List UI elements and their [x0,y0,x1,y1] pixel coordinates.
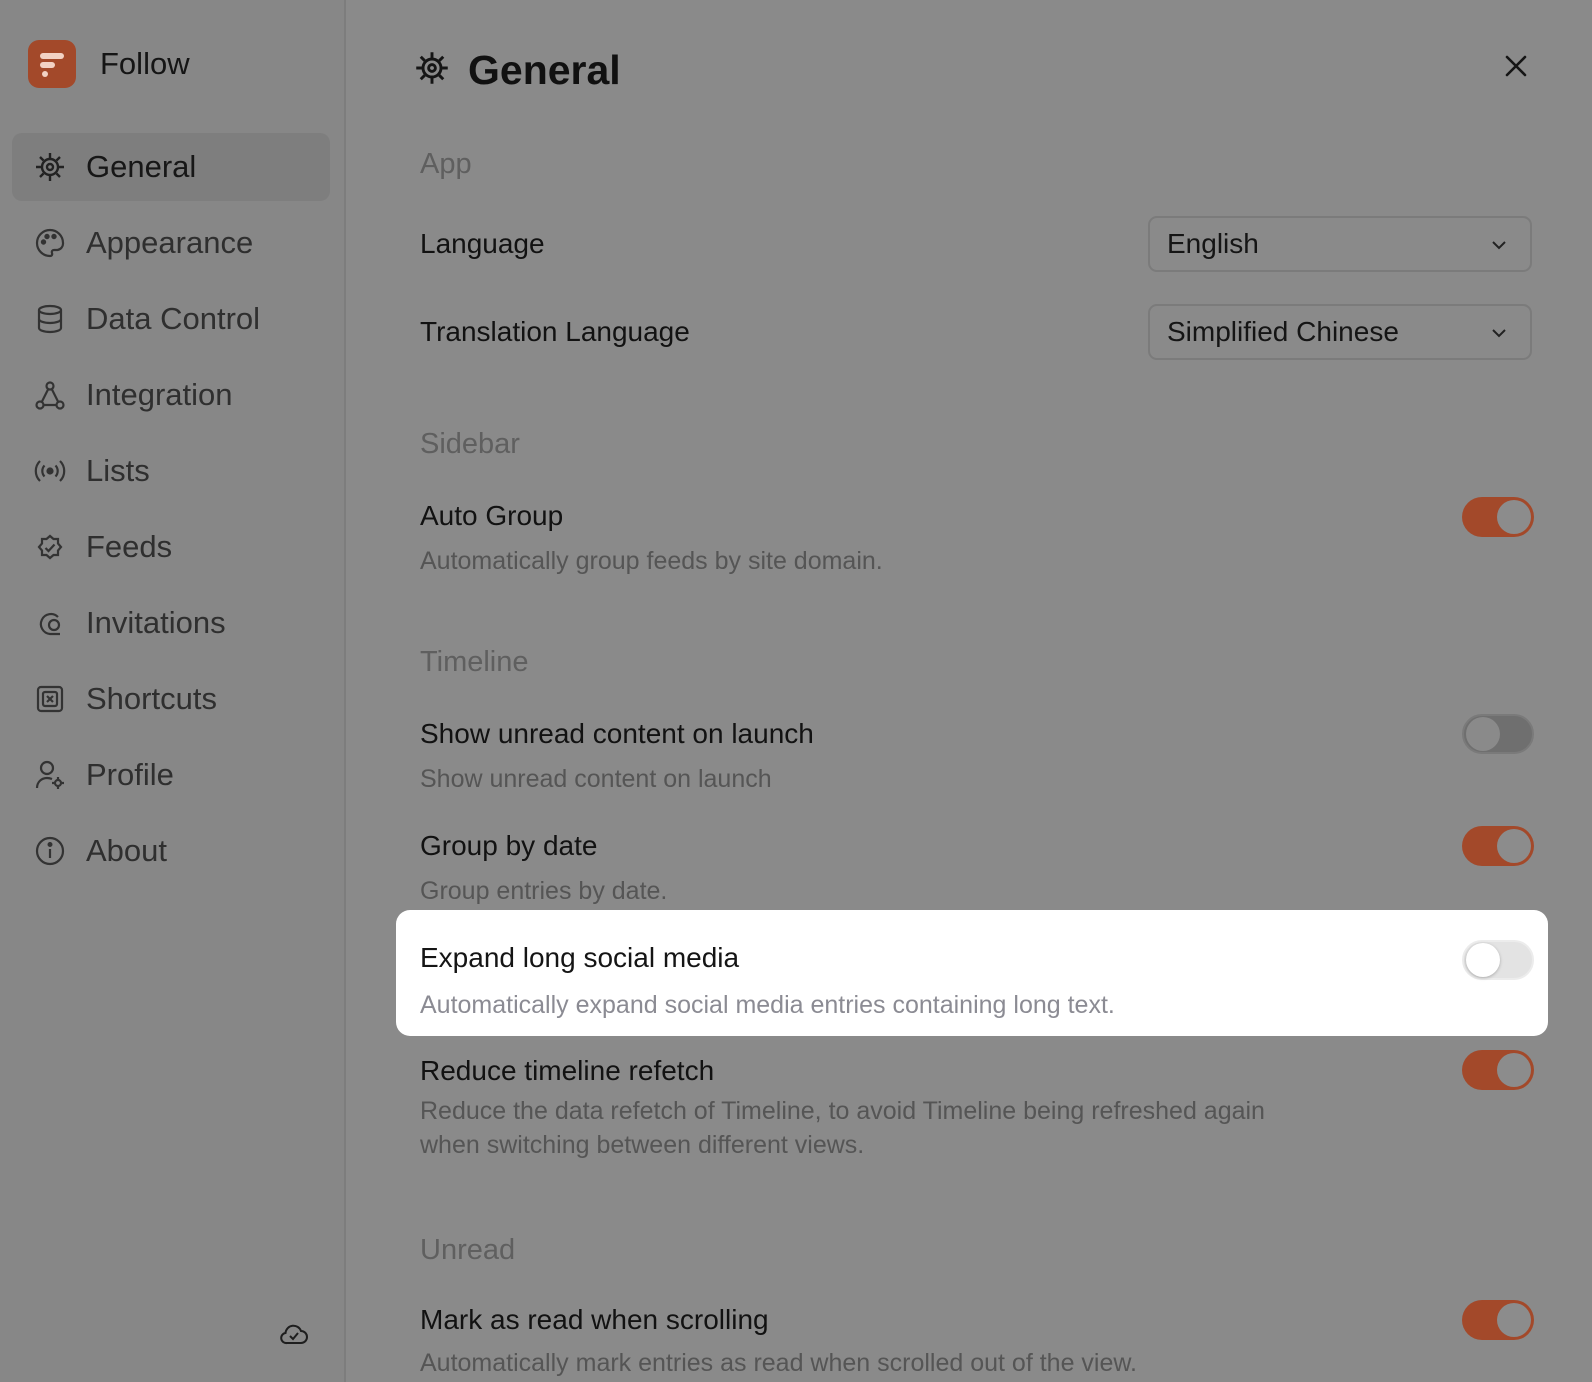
invitation-icon [34,607,66,639]
expand-social-row: Expand long social media Automatically e… [396,910,1548,1036]
section-heading-unread: Unread [420,1234,516,1266]
sidebar-item-lists[interactable]: Lists [12,437,330,505]
mark-read-scroll-toggle[interactable] [1462,1300,1534,1340]
section-heading-sidebar: Sidebar [420,428,520,460]
sidebar-item-label: Shortcuts [86,681,217,716]
translation-language-value: Simplified Chinese [1167,316,1399,347]
reduce-refetch-toggle[interactable] [1462,1050,1534,1090]
integration-icon [34,379,66,411]
broadcast-icon [34,455,66,487]
show-unread-toggle[interactable] [1462,714,1534,754]
auto-group-desc: Automatically group feeds by site domain… [420,547,883,575]
sidebar-item-label: About [86,833,168,868]
follow-logo-icon [28,40,76,88]
translation-language-label: Translation Language [420,316,690,347]
database-icon [34,303,66,335]
sidebar-item-label: Integration [86,377,233,412]
auto-group-title: Auto Group [420,500,564,531]
sidebar-item-integration[interactable]: Integration [12,361,330,429]
mark-read-scroll-title: Mark as read when scrolling [420,1304,769,1335]
page-header: General [414,44,621,96]
expand-social-title: Expand long social media [420,942,740,973]
sidebar-item-shortcuts[interactable]: Shortcuts [12,665,330,733]
toggle-knob [1497,500,1531,534]
user-settings-icon [34,759,66,791]
sidebar-item-appearance[interactable]: Appearance [12,209,330,277]
auto-group-toggle[interactable] [1462,497,1534,537]
language-label: Language [420,228,545,259]
gear-icon [34,151,66,183]
info-icon [34,835,66,867]
sidebar-item-profile[interactable]: Profile [12,741,330,809]
sidebar-item-about[interactable]: About [12,817,330,885]
chevron-down-icon [1488,322,1510,344]
sidebar: Follow General Appearance Data Control I… [0,0,346,1382]
chevron-down-icon [1488,234,1510,256]
reduce-refetch-title: Reduce timeline refetch [420,1055,715,1086]
settings-nav: General Appearance Data Control Integrat… [12,133,330,893]
sidebar-item-data-control[interactable]: Data Control [12,285,330,353]
toggle-knob [1497,1053,1531,1087]
sidebar-item-general[interactable]: General [12,133,330,201]
sidebar-item-label: Invitations [86,605,226,640]
settings-content: General App Language English Translation… [346,0,1592,1382]
group-by-date-title: Group by date [420,830,598,861]
language-select[interactable]: English [1148,216,1532,272]
sidebar-item-label: Feeds [86,529,173,564]
group-by-date-desc: Group entries by date. [420,877,668,905]
section-heading-app: App [420,148,472,180]
toggle-knob [1497,1303,1531,1337]
sidebar-item-label: General [86,149,197,184]
sidebar-item-label: Profile [86,757,174,792]
show-unread-title: Show unread content on launch [420,718,814,749]
show-unread-desc: Show unread content on launch [420,765,772,793]
cloud-check-icon[interactable] [278,1318,310,1350]
sidebar-item-feeds[interactable]: Feeds [12,513,330,581]
keyboard-icon [34,683,66,715]
language-value: English [1167,228,1259,259]
sidebar-item-invitations[interactable]: Invitations [12,589,330,657]
sidebar-item-label: Lists [86,453,150,488]
toggle-knob [1466,717,1500,751]
sidebar-item-label: Appearance [86,225,254,260]
group-by-date-toggle[interactable] [1462,826,1534,866]
brand: Follow [28,40,190,88]
section-heading-timeline: Timeline [420,646,529,678]
expand-social-toggle[interactable] [1462,940,1534,980]
toggle-knob [1466,943,1500,977]
badge-check-icon [34,531,66,563]
palette-icon [34,227,66,259]
app-name: Follow [100,46,190,81]
toggle-knob [1497,829,1531,863]
mark-read-scroll-desc: Automatically mark entries as read when … [420,1349,1138,1377]
page-title: General [468,46,621,93]
close-icon[interactable] [1500,50,1532,82]
expand-social-desc: Automatically expand social media entrie… [420,991,1115,1019]
sidebar-item-label: Data Control [86,301,261,336]
reduce-refetch-desc: Reduce the data refetch of Timeline, to … [420,1097,1265,1159]
gear-icon [414,50,450,91]
translation-language-select[interactable]: Simplified Chinese [1148,304,1532,360]
